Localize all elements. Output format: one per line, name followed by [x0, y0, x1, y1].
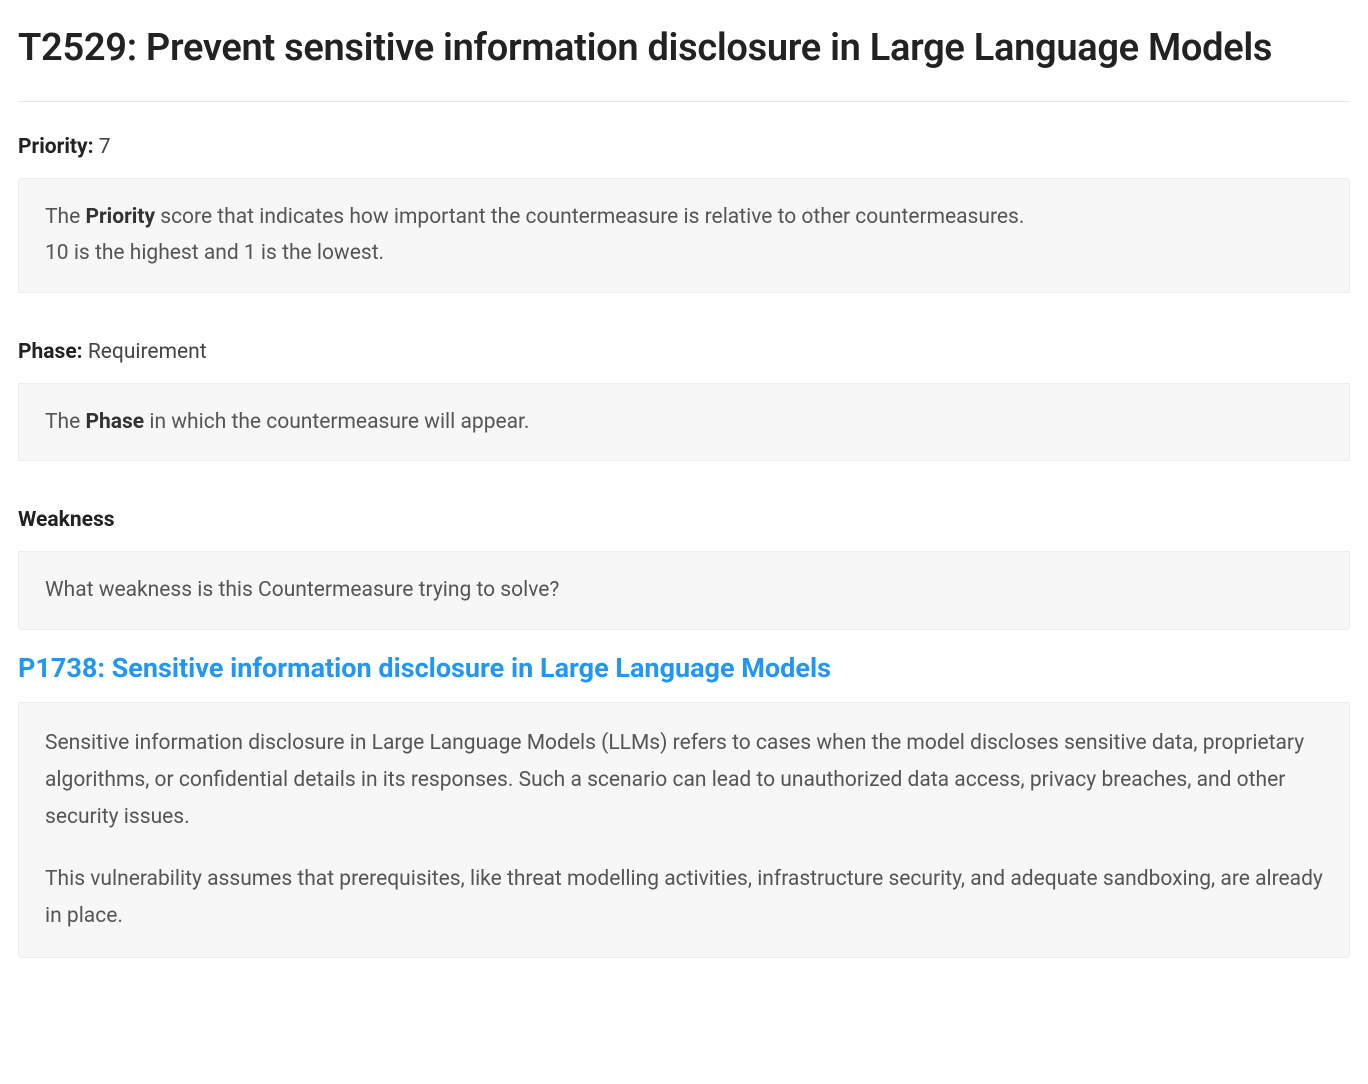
weakness-heading: Weakness: [18, 505, 1350, 537]
priority-value: 7: [99, 135, 111, 159]
phase-field: Phase: Requirement: [18, 337, 1350, 369]
phase-section: Phase: Requirement The Phase in which th…: [18, 337, 1350, 461]
weakness-para-1: Sensitive information disclosure in Larg…: [45, 725, 1323, 835]
weakness-question-text: What weakness is this Countermeasure try…: [45, 578, 559, 602]
weakness-section: Weakness What weakness is this Counterme…: [18, 505, 1350, 958]
priority-section: Priority: 7 The Priority score that indi…: [18, 132, 1350, 293]
priority-desc-bold: Priority: [85, 205, 155, 229]
weakness-question-box: What weakness is this Countermeasure try…: [18, 551, 1350, 630]
phase-value: Requirement: [88, 340, 207, 364]
phase-desc-suffix: in which the countermeasure will appear.: [144, 410, 529, 434]
priority-desc-line1-suffix: score that indicates how important the c…: [155, 205, 1024, 229]
priority-desc-line2: 10 is the highest and 1 is the lowest.: [45, 235, 1323, 272]
phase-description-box: The Phase in which the countermeasure wi…: [18, 383, 1350, 462]
priority-label: Priority:: [18, 135, 93, 159]
priority-field: Priority: 7: [18, 132, 1350, 164]
weakness-link[interactable]: P1738: Sensitive information disclosure …: [18, 648, 1350, 689]
page-title: T2529: Prevent sensitive information dis…: [18, 20, 1350, 102]
priority-desc-prefix: The: [45, 205, 85, 229]
phase-desc-bold: Phase: [85, 410, 144, 434]
phase-label: Phase:: [18, 340, 83, 364]
weakness-description-box: Sensitive information disclosure in Larg…: [18, 702, 1350, 958]
priority-description-box: The Priority score that indicates how im…: [18, 178, 1350, 294]
phase-desc-prefix: The: [45, 410, 85, 434]
weakness-para-2: This vulnerability assumes that prerequi…: [45, 861, 1323, 935]
